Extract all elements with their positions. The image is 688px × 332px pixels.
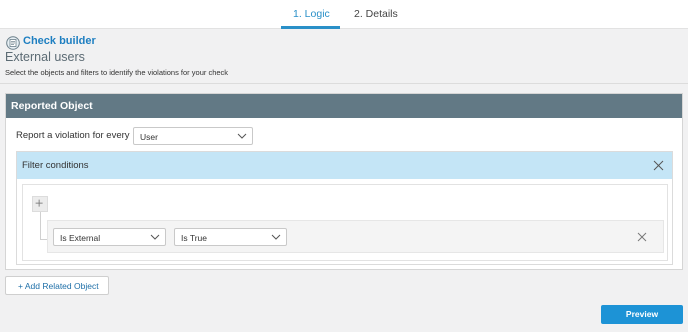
plus-icon [35,199,43,207]
tab-details[interactable]: 2. Details [354,8,398,20]
reported-object-panel: Reported Object Report a violation for e… [5,93,683,270]
object-type-select[interactable]: User [133,127,253,145]
chevron-down-icon [150,234,160,240]
top-tab-bar: 1. Logic 2. Details [0,0,688,29]
remove-condition-icon[interactable] [637,232,647,242]
close-icon[interactable] [653,160,664,171]
filter-conditions-box: Filter conditions Is External Is True [16,151,673,265]
chevron-down-icon [271,234,281,240]
reported-object-title: Reported Object [11,100,93,112]
reported-object-header: Reported Object [6,94,682,118]
condition-field-value: Is External [60,233,101,243]
condition-group: Is External Is True [22,184,668,261]
condition-operator-value: Is True [181,233,207,243]
filter-conditions-title: Filter conditions [22,160,89,171]
add-related-object-label: + Add Related Object [18,281,99,291]
filter-conditions-header: Filter conditions [17,152,672,179]
tab-logic[interactable]: 1. Logic [293,8,330,20]
check-builder-icon [6,36,20,50]
add-related-object-button[interactable]: + Add Related Object [5,276,109,295]
page-header: Check builder External users Select the … [0,29,688,84]
condition-operator-select[interactable]: Is True [174,228,287,246]
object-type-value: User [140,132,158,142]
condition-field-select[interactable]: Is External [53,228,166,246]
preview-button[interactable]: Preview [601,305,683,324]
condition-row: Is External Is True [47,220,664,253]
chevron-down-icon [237,133,247,139]
page-subtitle: Select the objects and filters to identi… [5,68,229,77]
report-violation-label: Report a violation for every [16,130,130,141]
preview-label: Preview [625,309,659,319]
tree-connector [40,212,41,240]
add-condition-button[interactable] [32,196,48,212]
page-title: External users [5,50,85,64]
check-builder-link[interactable]: Check builder [23,35,96,47]
tree-connector-branch [40,239,47,240]
